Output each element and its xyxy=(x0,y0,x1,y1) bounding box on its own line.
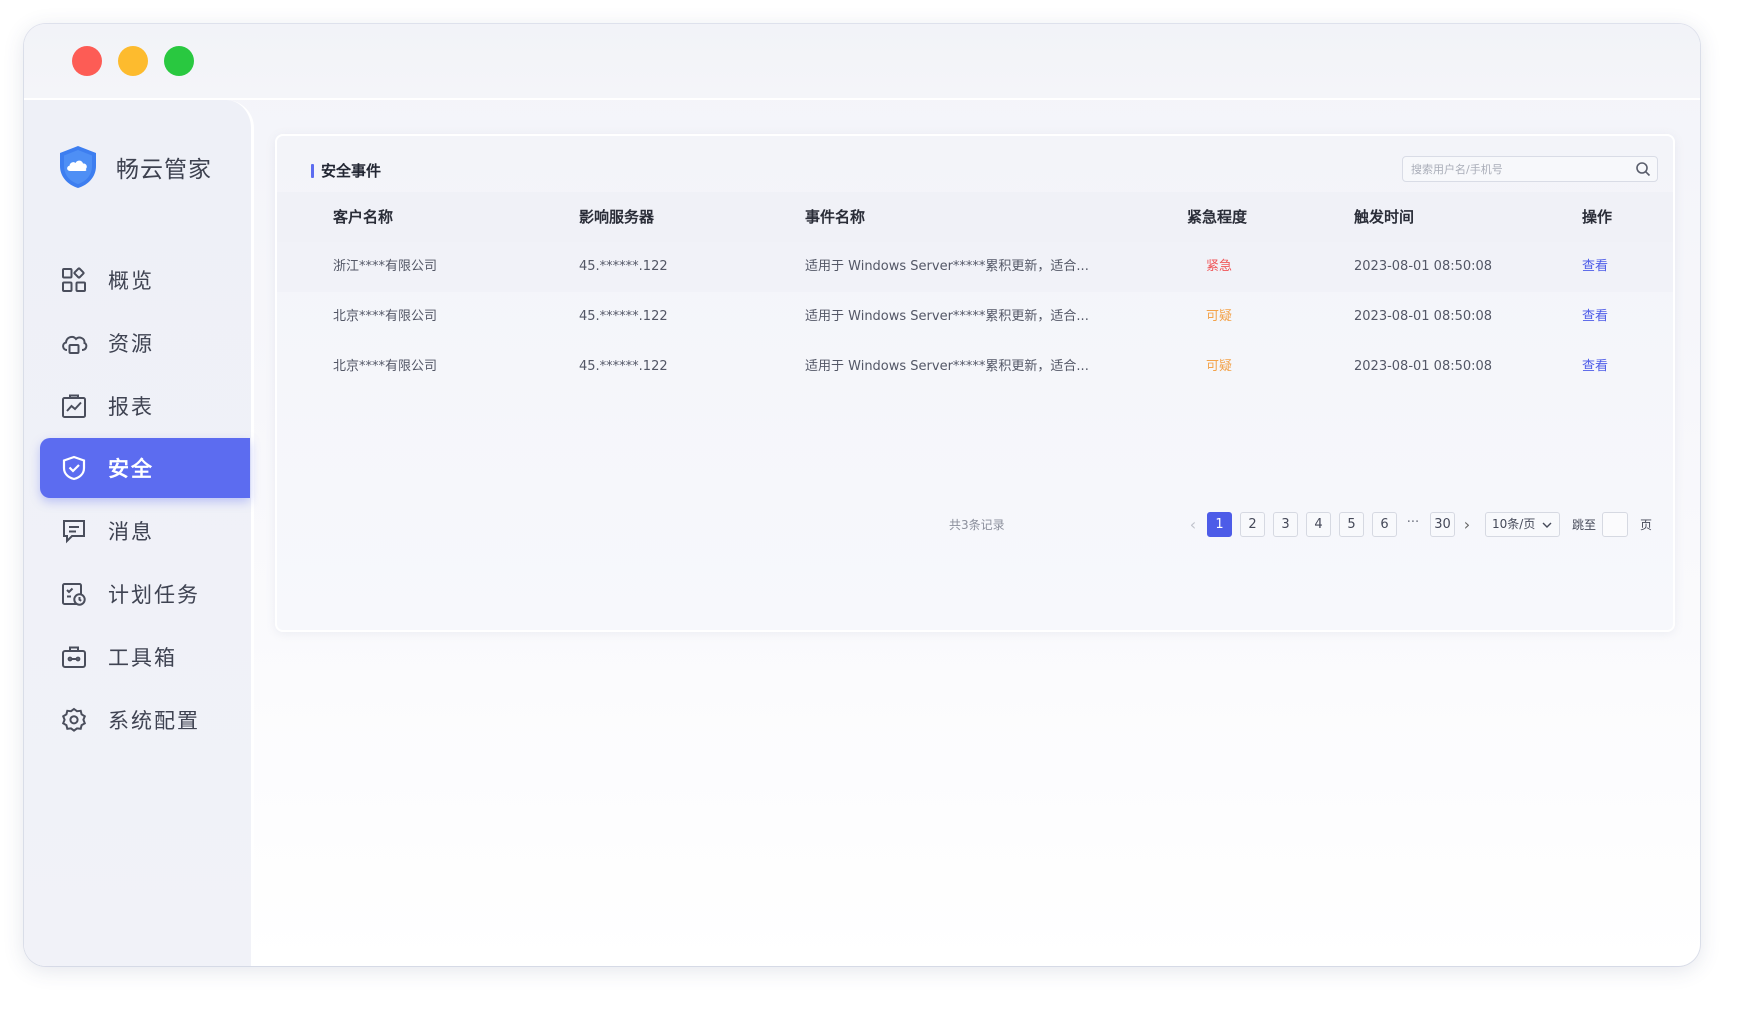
column-header-action: 操作 xyxy=(1582,208,1613,226)
cell-event: 适用于 Windows Server*****累积更新，适合... xyxy=(805,259,1089,274)
view-link[interactable]: 查看 xyxy=(1582,342,1608,392)
next-page-chevron-right-icon[interactable]: › xyxy=(1459,512,1475,537)
cell-level-suspect: 可疑 xyxy=(1206,359,1233,374)
page-button-3[interactable]: 3 xyxy=(1273,512,1298,537)
total-records: 共3条记录 xyxy=(949,518,1005,532)
sidebar-item-scheduled-tasks[interactable]: 计划任务 xyxy=(40,564,250,624)
app-window: 畅云管家 概览 资源 报表 安全 消息 计划任务 工具箱 系统配置 安全事件 搜… xyxy=(24,24,1700,966)
cell-customer: 浙江****有限公司 xyxy=(333,259,438,274)
cell-time: 2023-08-01 08:50:08 xyxy=(1354,309,1493,324)
page-button-last[interactable]: 30 xyxy=(1430,512,1455,537)
overview-grid-icon xyxy=(60,266,88,294)
sidebar-item-messages[interactable]: 消息 xyxy=(40,501,250,561)
pagination-ellipsis[interactable]: ··· xyxy=(1403,512,1423,534)
sidebar: 畅云管家 概览 资源 报表 安全 消息 计划任务 工具箱 系统配置 xyxy=(24,100,254,966)
page-button-6[interactable]: 6 xyxy=(1372,512,1397,537)
view-link[interactable]: 查看 xyxy=(1582,242,1608,292)
maximize-window-button[interactable] xyxy=(164,46,194,76)
cell-server: 45.******.122 xyxy=(579,359,668,374)
jump-label: 跳至 xyxy=(1572,518,1597,532)
title-bar xyxy=(24,24,1700,100)
message-icon xyxy=(60,517,88,545)
sidebar-item-resources[interactable]: 资源 xyxy=(40,313,250,373)
cloud-resource-icon xyxy=(60,329,88,357)
page-size-value: 10条/页 xyxy=(1492,517,1536,531)
sidebar-item-security[interactable]: 安全 xyxy=(40,438,250,498)
pagination: 共3条记录 ‹ 1 2 3 4 5 6 ··· 30 › 10条/页 跳至 页 xyxy=(277,510,1673,540)
column-header-time: 触发时间 xyxy=(1354,208,1415,226)
table-row: 北京****有限公司 45.******.122 适用于 Windows Ser… xyxy=(277,342,1673,392)
sidebar-item-label: 报表 xyxy=(108,395,154,419)
cell-time: 2023-08-01 08:50:08 xyxy=(1354,359,1493,374)
report-chart-icon xyxy=(60,392,88,420)
title-accent-bar xyxy=(311,163,314,178)
page-size-select[interactable]: 10条/页 xyxy=(1485,512,1560,537)
column-header-level: 紧急程度 xyxy=(1187,208,1248,226)
schedule-task-icon xyxy=(60,580,88,608)
column-header-server: 影响服务器 xyxy=(579,208,655,226)
sidebar-item-label: 资源 xyxy=(108,332,154,356)
table-row: 浙江****有限公司 45.******.122 适用于 Windows Ser… xyxy=(277,242,1673,292)
sidebar-item-system-config[interactable]: 系统配置 xyxy=(40,690,250,750)
gear-icon xyxy=(60,706,88,734)
cell-customer: 北京****有限公司 xyxy=(333,309,438,324)
page-button-1[interactable]: 1 xyxy=(1207,512,1232,537)
sidebar-item-toolbox[interactable]: 工具箱 xyxy=(40,627,250,687)
cell-event: 适用于 Windows Server*****累积更新，适合... xyxy=(805,359,1089,374)
cell-server: 45.******.122 xyxy=(579,309,668,324)
table-row: 北京****有限公司 45.******.122 适用于 Windows Ser… xyxy=(277,292,1673,342)
security-events-panel: 安全事件 客户名称 影响服务器 事件名称 紧急程度 触发时间 操作 浙江****… xyxy=(275,134,1675,632)
sidebar-item-label: 工具箱 xyxy=(108,646,177,670)
page-button-2[interactable]: 2 xyxy=(1240,512,1265,537)
view-link[interactable]: 查看 xyxy=(1582,292,1608,342)
cell-customer: 北京****有限公司 xyxy=(333,359,438,374)
page-button-5[interactable]: 5 xyxy=(1339,512,1364,537)
jump-page-input[interactable] xyxy=(1602,512,1628,537)
brand-name: 畅云管家 xyxy=(116,157,212,183)
cell-event: 适用于 Windows Server*****累积更新，适合... xyxy=(805,309,1089,324)
panel-title-text: 安全事件 xyxy=(321,162,382,180)
column-header-event: 事件名称 xyxy=(805,208,866,226)
close-window-button[interactable] xyxy=(72,46,102,76)
cell-time: 2023-08-01 08:50:08 xyxy=(1354,259,1493,274)
cell-server: 45.******.122 xyxy=(579,259,668,274)
prev-page-chevron-left-icon[interactable]: ‹ xyxy=(1185,512,1201,537)
sidebar-item-label: 系统配置 xyxy=(108,709,200,733)
brand-shield-logo-icon xyxy=(60,146,96,188)
brand: 畅云管家 xyxy=(56,144,212,190)
panel-title: 安全事件 xyxy=(311,160,381,181)
toolbox-icon xyxy=(60,643,88,671)
sidebar-item-label: 概览 xyxy=(108,269,154,293)
table-header: 客户名称 影响服务器 事件名称 紧急程度 触发时间 操作 xyxy=(277,192,1673,242)
sidebar-item-label: 消息 xyxy=(108,520,154,544)
minimize-window-button[interactable] xyxy=(118,46,148,76)
search-icon[interactable] xyxy=(1635,161,1651,177)
cell-level-urgent: 紧急 xyxy=(1206,259,1233,274)
page-suffix-label: 页 xyxy=(1640,518,1653,532)
column-header-customer: 客户名称 xyxy=(333,208,394,226)
sidebar-item-label: 计划任务 xyxy=(108,583,200,607)
cell-level-suspect: 可疑 xyxy=(1206,309,1233,324)
search-input[interactable] xyxy=(1403,157,1623,181)
search-box xyxy=(1402,156,1658,182)
sidebar-item-overview[interactable]: 概览 xyxy=(40,250,250,310)
chevron-down-icon xyxy=(1542,522,1552,528)
page-button-4[interactable]: 4 xyxy=(1306,512,1331,537)
shield-check-icon xyxy=(60,454,88,482)
sidebar-item-label: 安全 xyxy=(108,457,154,481)
sidebar-item-reports[interactable]: 报表 xyxy=(40,376,250,436)
